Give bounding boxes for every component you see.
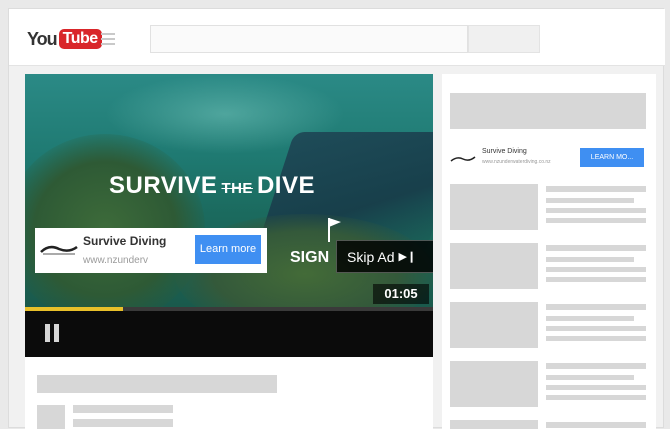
learn-more-button[interactable]: Learn more xyxy=(195,235,261,264)
progress-fill xyxy=(25,307,123,311)
logo-tube-text: Tube xyxy=(58,29,102,49)
related-thumb-4[interactable] xyxy=(450,361,538,407)
sponsor-name: Survive Diving xyxy=(482,148,527,155)
search-input[interactable] xyxy=(150,25,468,53)
sponsor-url: www.nzunderwaterdiving.co.nz xyxy=(482,159,551,165)
sponsor-learn-more-button[interactable]: LEARN MO... xyxy=(580,148,644,167)
video-frame[interactable]: SURVIVE THE DIVE SIGN Survive Diving www.n… xyxy=(25,74,433,307)
skip-next-icon: ▶❙ xyxy=(398,251,417,263)
related-line xyxy=(546,267,646,272)
sidebar: Survive Diving www.nzunderwaterdiving.co… xyxy=(442,74,656,429)
advertiser-url[interactable]: www.nzunderv xyxy=(83,255,148,266)
related-line xyxy=(546,257,634,262)
sponsored-listing[interactable]: Survive Diving www.nzunderwaterdiving.co… xyxy=(442,144,656,174)
channel-name-placeholder xyxy=(73,405,173,413)
ad-title-word-the: THE xyxy=(221,180,253,197)
channel-avatar-placeholder xyxy=(37,405,65,429)
related-line xyxy=(546,198,634,203)
channel-sub-placeholder xyxy=(73,419,173,427)
related-line xyxy=(546,422,646,428)
search-button[interactable] xyxy=(468,25,540,53)
related-line xyxy=(546,326,646,331)
youtube-logo[interactable]: You Tube xyxy=(27,28,102,50)
progress-bar[interactable] xyxy=(25,307,433,311)
title-placeholder xyxy=(37,375,277,393)
sign-up-text: SIGN xyxy=(290,249,330,266)
advertiser-logo-icon xyxy=(40,245,78,255)
top-bar: You Tube xyxy=(9,9,665,66)
related-line xyxy=(546,395,646,400)
related-line xyxy=(546,385,646,390)
related-line xyxy=(546,277,646,282)
skip-ad-button[interactable]: Skip Ad ▶❙ xyxy=(336,240,433,273)
ad-video-title: SURVIVE THE DIVE xyxy=(109,172,315,200)
related-line xyxy=(546,208,646,213)
skip-ad-label: Skip Ad xyxy=(347,248,395,265)
advertiser-name: Survive Diving xyxy=(83,234,167,248)
browser-frame: You Tube SURVIVE THE DIVE SIGN Survive D… xyxy=(8,8,665,429)
hamburger-menu-icon[interactable] xyxy=(101,33,115,45)
related-line xyxy=(546,186,646,192)
companion-banner-placeholder xyxy=(450,93,646,129)
related-line xyxy=(546,336,646,341)
related-thumb-3[interactable] xyxy=(450,302,538,348)
logo-you-text: You xyxy=(27,28,58,49)
ad-title-word-survive: SURVIVE xyxy=(109,172,218,199)
related-line xyxy=(546,375,634,380)
related-thumb-1[interactable] xyxy=(450,184,538,230)
pause-icon[interactable] xyxy=(45,324,59,342)
ad-title-word-dive: DIVE xyxy=(256,172,315,199)
player-controls xyxy=(25,307,433,357)
video-info-area xyxy=(25,357,433,429)
video-player[interactable]: SURVIVE THE DIVE SIGN Survive Diving www.n… xyxy=(25,74,433,357)
sponsor-logo-icon xyxy=(450,156,476,162)
ad-overlay-card[interactable]: Survive Diving www.nzunderv Learn more xyxy=(35,228,267,273)
ad-countdown-timer: 01:05 xyxy=(373,284,429,304)
related-line xyxy=(546,245,646,251)
related-line xyxy=(546,218,646,223)
related-line xyxy=(546,363,646,369)
related-line xyxy=(546,304,646,310)
related-thumb-2[interactable] xyxy=(450,243,538,289)
related-line xyxy=(546,316,634,321)
